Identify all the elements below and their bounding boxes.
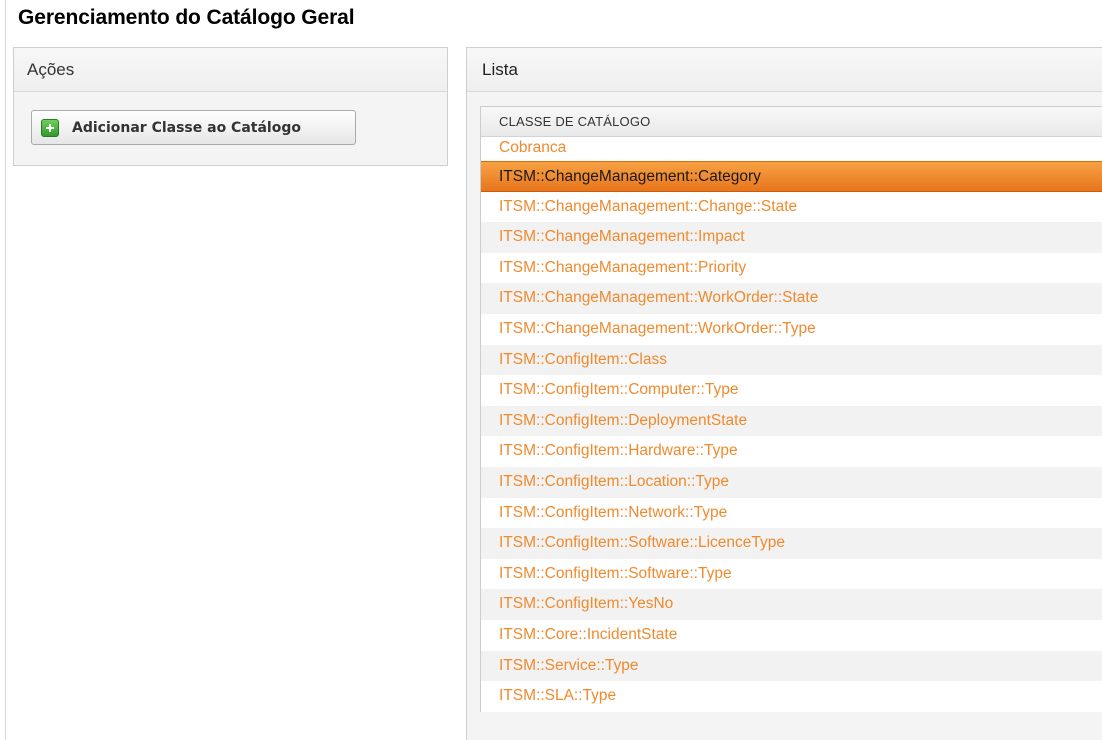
add-class-to-catalog-button[interactable]: Adicionar Classe ao Catálogo — [31, 110, 356, 145]
catalog-class-link[interactable]: ITSM::SLA::Type — [481, 681, 1102, 712]
catalog-class-link[interactable]: ITSM::ChangeManagement::WorkOrder::Type — [481, 313, 1102, 345]
catalog-class-link[interactable]: ITSM::ChangeManagement::Impact — [481, 222, 1102, 253]
catalog-class-link[interactable]: ITSM::ConfigItem::Location::Type — [481, 466, 1102, 498]
list-panel: Lista CLASSE DE CATÁLOGO Cobranca ITSM::C… — [466, 47, 1102, 740]
catalog-class-link[interactable]: ITSM::ChangeManagement::Priority — [481, 252, 1102, 284]
column-header-catalog-class[interactable]: CLASSE DE CATÁLOGO — [481, 107, 1102, 137]
plus-icon — [41, 118, 59, 137]
add-class-button-label: Adicionar Classe ao Catálogo — [72, 119, 301, 136]
catalog-class-table: CLASSE DE CATÁLOGO Cobranca ITSM::ChangeM… — [480, 106, 1102, 712]
catalog-class-link[interactable]: ITSM::ConfigItem::DeploymentState — [481, 405, 1102, 437]
catalog-class-link[interactable]: ITSM::ConfigItem::Hardware::Type — [481, 436, 1102, 467]
page-left-border — [5, 0, 6, 740]
catalog-management-page: Gerenciamento do Catálogo Geral Ações Ad… — [0, 0, 1102, 740]
page-title: Gerenciamento do Catálogo Geral — [18, 6, 355, 29]
catalog-class-link[interactable]: ITSM::ConfigItem::Class — [481, 344, 1102, 376]
catalog-class-link[interactable]: ITSM::ConfigItem::YesNo — [481, 589, 1102, 620]
catalog-class-link[interactable]: ITSM::ChangeManagement::Category — [481, 161, 1102, 192]
catalog-class-link[interactable]: ITSM::ChangeManagement::Change::State — [481, 191, 1102, 223]
list-panel-header: Lista — [467, 48, 1102, 92]
catalog-class-link[interactable]: ITSM::ChangeManagement::WorkOrder::State — [481, 283, 1102, 314]
table-body: Cobranca ITSM::ChangeManagement::Category… — [481, 137, 1102, 712]
catalog-class-link[interactable]: ITSM::ConfigItem::Network::Type — [481, 497, 1102, 529]
catalog-class-link[interactable]: Cobranca — [481, 137, 1102, 161]
catalog-class-link[interactable]: ITSM::ConfigItem::Software::Type — [481, 558, 1102, 590]
catalog-class-link[interactable]: ITSM::ConfigItem::Software::LicenceType — [481, 528, 1102, 559]
catalog-class-link[interactable]: ITSM::Core::IncidentState — [481, 619, 1102, 651]
actions-panel-header: Ações — [14, 48, 447, 92]
catalog-class-link[interactable]: ITSM::Service::Type — [481, 650, 1102, 682]
catalog-class-link[interactable]: ITSM::ConfigItem::Computer::Type — [481, 375, 1102, 406]
actions-panel: Ações Adicionar Classe ao Catálogo — [13, 47, 448, 166]
